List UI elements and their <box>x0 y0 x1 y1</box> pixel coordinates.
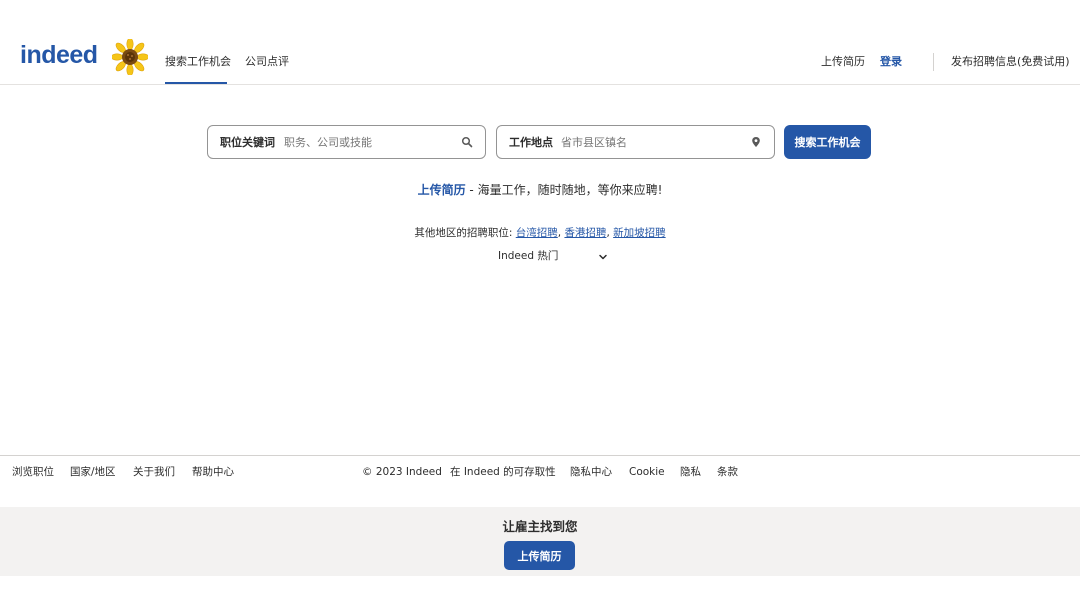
chevron-down-icon <box>599 254 607 260</box>
where-input[interactable] <box>561 132 741 152</box>
footer-privacy-center[interactable]: 隐私中心 <box>570 465 612 479</box>
sunflower-icon <box>112 39 148 75</box>
search-icon <box>461 136 473 148</box>
employers-post-job-link[interactable]: 发布招聘信息(免费试用) <box>951 54 1070 70</box>
footer-cookie[interactable]: Cookie <box>629 465 665 479</box>
indeed-logo[interactable]: indeed <box>20 40 98 70</box>
where-label: 工作地点 <box>509 136 553 149</box>
banner-title: 让雇主找到您 <box>502 519 578 534</box>
what-search-field[interactable]: 职位关键词 <box>207 125 486 159</box>
footer-terms[interactable]: 条款 <box>717 465 738 479</box>
location-pin-icon <box>752 137 760 147</box>
indeed-popular-toggle[interactable]: Indeed 热门 <box>498 249 610 265</box>
what-label: 职位关键词 <box>220 136 275 149</box>
region-link-hongkong[interactable]: 香港招聘 <box>564 227 606 239</box>
footer-accessibility[interactable]: 在 Indeed 的可存取性 <box>450 465 556 479</box>
upload-resume-link[interactable]: 上传简历 <box>821 54 865 70</box>
header-divider <box>933 53 934 71</box>
promo-text: - 海量工作，随时随地，等你来应聘! <box>465 183 663 197</box>
where-search-field[interactable]: 工作地点 <box>496 125 775 159</box>
footer-help-center[interactable]: 帮助中心 <box>192 465 234 479</box>
footer-privacy[interactable]: 隐私 <box>680 465 701 479</box>
indeed-popular-label: Indeed 热门 <box>498 250 559 262</box>
footer-copyright: © 2023 Indeed <box>362 466 442 478</box>
footer-about[interactable]: 关于我们 <box>133 465 175 479</box>
employer-find-you-banner: 让雇主找到您 上传简历 <box>0 507 1080 576</box>
footer-countries[interactable]: 国家/地区 <box>70 465 116 479</box>
banner-upload-resume-button[interactable]: 上传简历 <box>504 541 575 570</box>
region-link-taiwan[interactable]: 台湾招聘 <box>516 227 558 239</box>
nav-find-jobs[interactable]: 搜索工作机会 <box>165 54 231 70</box>
nav-active-indicator <box>165 82 227 84</box>
upload-resume-promo: 上传简历 - 海量工作，随时随地，等你来应聘! <box>0 182 1080 198</box>
top-header: indeed 搜索工作机会 公司点评 上传简历 登录 发布招聘信息(免费试用) <box>0 0 1080 85</box>
what-input[interactable] <box>284 132 454 152</box>
other-regions-label: 其他地区的招聘职位: <box>414 227 516 239</box>
other-regions: 其他地区的招聘职位: 台湾招聘, 香港招聘, 新加坡招聘 <box>0 226 1080 241</box>
nav-company-reviews[interactable]: 公司点评 <box>245 54 289 70</box>
footer-divider <box>0 455 1080 456</box>
footer-browse-jobs[interactable]: 浏览职位 <box>12 465 54 479</box>
promo-upload-resume-link[interactable]: 上传简历 <box>418 183 466 197</box>
region-link-singapore[interactable]: 新加坡招聘 <box>613 227 666 239</box>
find-jobs-button[interactable]: 搜索工作机会 <box>784 125 871 159</box>
sign-in-link[interactable]: 登录 <box>880 54 902 70</box>
